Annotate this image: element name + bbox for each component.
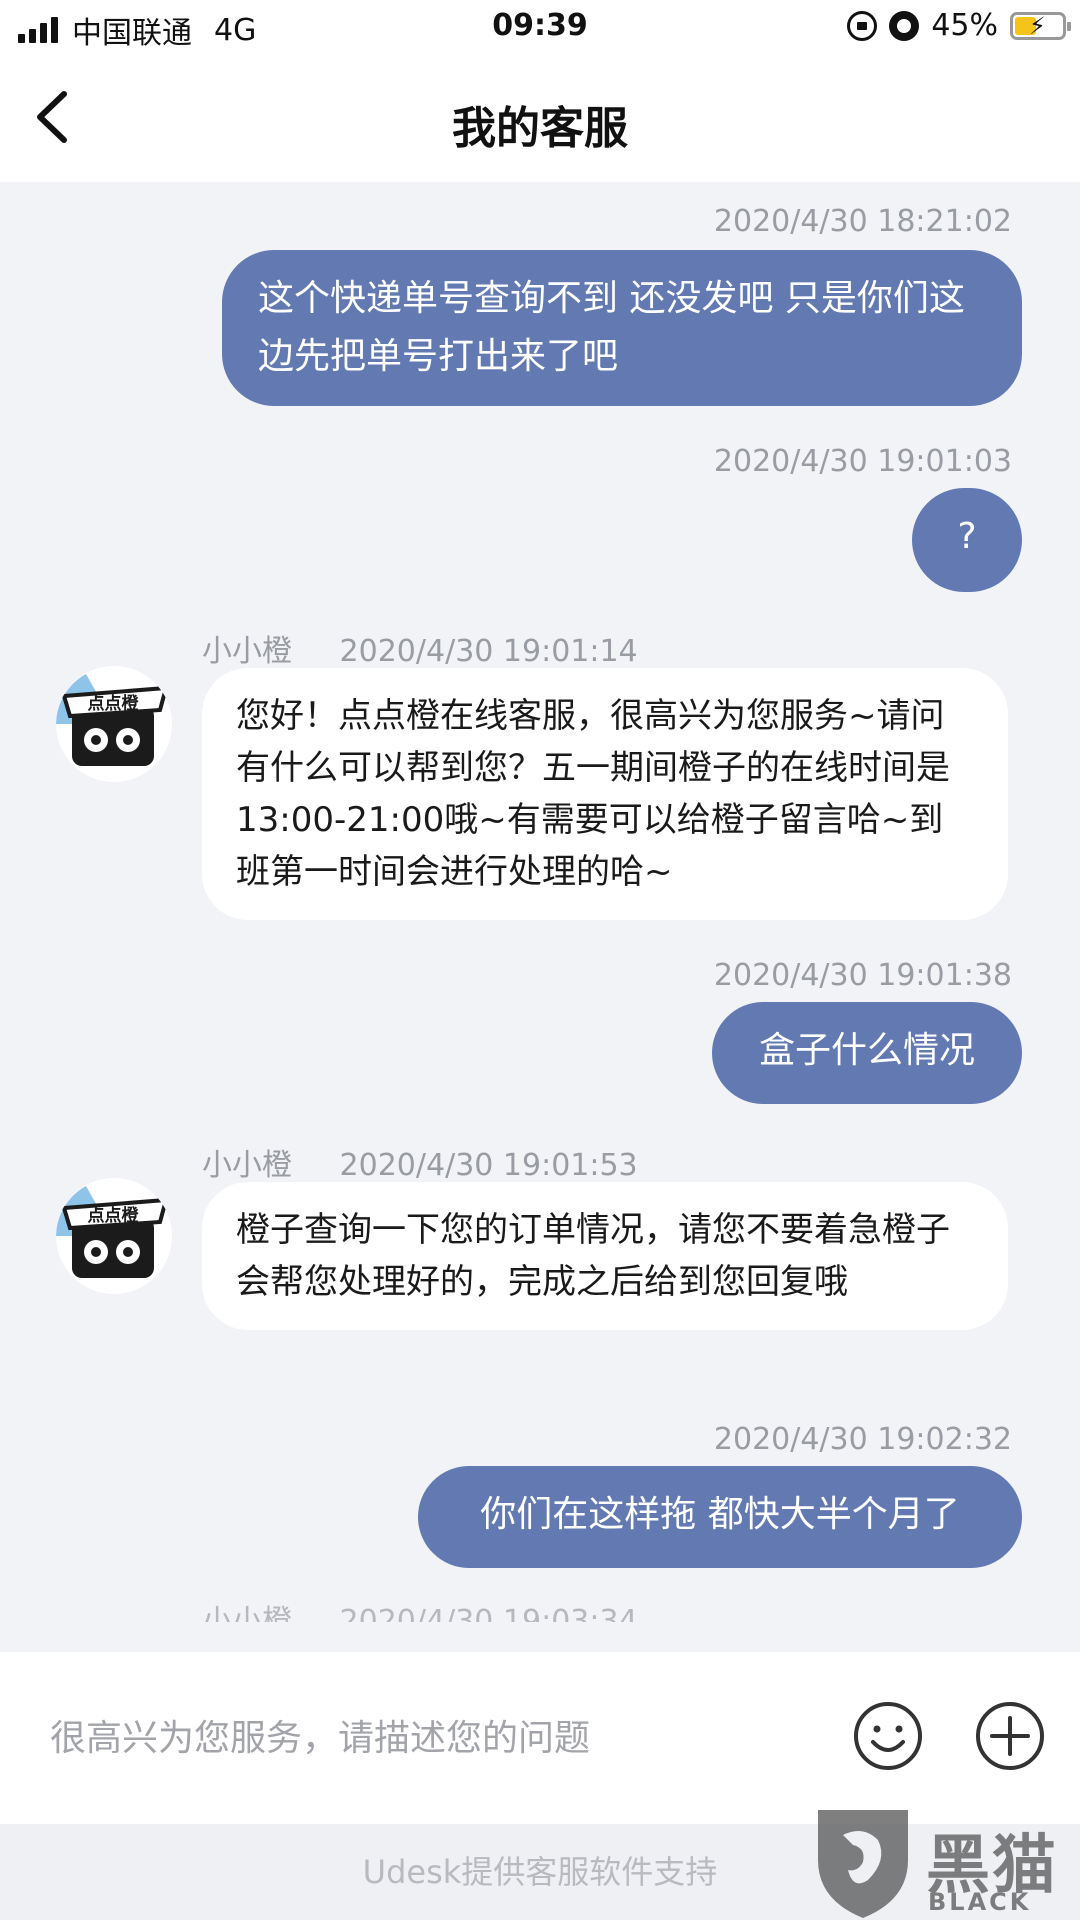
- message-timestamp: 2020/4/30 19:01:03: [713, 444, 1012, 479]
- battery-percent: 45%: [931, 8, 998, 43]
- cat-shield-icon: [818, 1810, 908, 1918]
- outgoing-message[interactable]: ?: [912, 488, 1022, 592]
- status-bar: 中国联通 4G 09:39 45% ⚡: [0, 0, 1080, 56]
- status-right: 45% ⚡: [847, 8, 1071, 43]
- avatar-label: 点点橙: [88, 693, 140, 714]
- chat-area[interactable]: 2020/4/30 18:21:02 这个快递单号查询不到 还没发吧 只是你们这…: [0, 182, 1080, 1652]
- sender-line: 小小橙 2020/4/30 19:01:53: [202, 1140, 638, 1184]
- sender-name: 小小橙: [202, 1604, 292, 1622]
- message-timestamp: 2020/4/30 18:21:02: [713, 204, 1012, 239]
- outgoing-message[interactable]: 你们在这样拖 都快大半个月了: [418, 1466, 1022, 1568]
- incoming-message[interactable]: 您好！点点橙在线客服，很高兴为您服务~请问有什么可以帮到您？五一期间橙子的在线时…: [202, 668, 1008, 920]
- plus-icon: [976, 1702, 1044, 1770]
- message-timestamp: 2020/4/30 19:01:53: [339, 1148, 638, 1183]
- agent-logo-icon: 点点橙: [56, 1186, 169, 1278]
- message-timestamp: 2020/4/30 19:01:14: [339, 634, 638, 669]
- incoming-message-text: 橙子查询一下您的订单情况，请您不要着急橙子会帮您处理好的，完成之后给到您回复哦: [236, 1210, 950, 1302]
- nav-bar: 我的客服: [0, 56, 1080, 182]
- rotation-lock-icon: [847, 10, 878, 41]
- watermark-subtitle: BLACK CAT: [928, 1888, 1032, 1920]
- add-attachment-button[interactable]: [974, 1700, 1046, 1772]
- smiley-icon: [854, 1702, 922, 1770]
- avatar-label: 点点橙: [88, 1205, 140, 1226]
- outgoing-message[interactable]: 盒子什么情况: [712, 1002, 1022, 1104]
- watermark-logo: 黑猫 BLACK CAT: [808, 1800, 1080, 1920]
- sender-name: 小小橙: [202, 634, 292, 669]
- agent-logo-icon: 点点橙: [56, 674, 169, 766]
- message-timestamp: 2020/4/30 19:02:32: [713, 1422, 1012, 1457]
- sender-name: 小小橙: [202, 1148, 292, 1183]
- outgoing-message[interactable]: 这个快递单号查询不到 还没发吧 只是你们这边先把单号打出来了吧: [222, 250, 1022, 406]
- agent-avatar[interactable]: 点点橙: [56, 1178, 172, 1294]
- agent-avatar[interactable]: 点点橙: [56, 666, 172, 782]
- message-timestamp: 2020/4/30 19:01:38: [713, 958, 1012, 993]
- incoming-message-text: 您好！点点橙在线客服，很高兴为您服务~请问有什么可以帮到您？五一期间橙子的在线时…: [236, 696, 950, 892]
- message-timestamp: 2020/4/30 19:03:34: [339, 1604, 638, 1622]
- alarm-icon: [889, 10, 920, 41]
- sender-line: 小小橙 2020/4/30 19:01:14: [202, 626, 638, 670]
- page-title: 我的客服: [452, 103, 628, 154]
- emoji-button[interactable]: [852, 1700, 924, 1772]
- input-bar: [0, 1652, 1080, 1824]
- incoming-message[interactable]: 橙子查询一下您的订单情况，请您不要着急橙子会帮您处理好的，完成之后给到您回复哦: [202, 1182, 1008, 1330]
- sender-line: 小小橙 2020/4/30 19:03:34: [202, 1602, 638, 1622]
- battery-icon: ⚡: [1010, 11, 1071, 40]
- message-input[interactable]: [50, 1708, 810, 1768]
